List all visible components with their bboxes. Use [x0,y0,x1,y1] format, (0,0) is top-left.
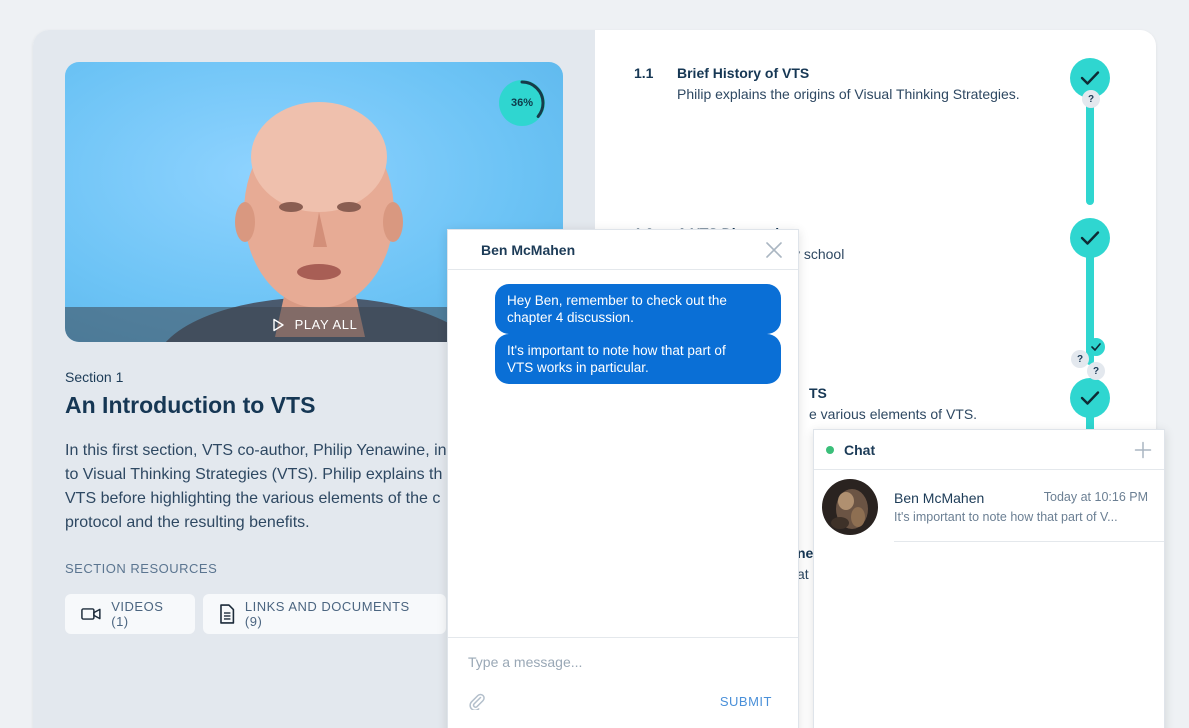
lesson-title: TS [809,385,827,401]
checkpoint-check-icon [1087,338,1105,356]
close-icon[interactable] [765,241,783,259]
chat-title: Chat [844,441,876,458]
lesson-complete-check-icon [1070,218,1110,258]
links-documents-button[interactable]: LINKS AND DOCUMENTS (9) [203,594,446,634]
chat-message-preview: It's important to note how that part of … [894,510,1118,524]
section-label: Section 1 [65,369,124,385]
message-composer: SUBMIT [448,637,798,728]
divider [894,541,1164,542]
lesson-complete-check-icon [1070,378,1110,418]
paperclip-icon[interactable] [468,692,486,710]
play-icon [272,318,284,331]
videos-button[interactable]: VIDEOS (1) [65,594,195,634]
lesson-number: 1.1 [634,65,654,81]
submit-button[interactable]: SUBMIT [720,694,772,709]
play-all-label: PLAY ALL [294,317,358,332]
lesson-title: Brief History of VTS [677,65,810,81]
message-bubble: Hey Ben, remember to check out the chapt… [495,284,781,334]
plus-icon[interactable] [1134,441,1152,459]
lesson-description: e various elements of VTS. [809,406,978,422]
message-line: Hey Ben, remember to check out the [507,293,727,308]
message-line: It's important to note how that part of [507,343,726,358]
progress-percent: 36% [510,97,534,109]
links-documents-label: LINKS AND DOCUMENTS (9) [244,599,410,629]
progress-ring: 36% [497,78,547,128]
conversation-contact-name: Ben McMahen [481,241,576,258]
message-bubble: It's important to note how that part of … [495,334,781,384]
chat-header: Chat [814,430,1164,470]
chat-list-item[interactable]: Ben McMahen Today at 10:16 PM It's impor… [814,470,1164,542]
question-marker-icon[interactable]: ? [1087,362,1105,380]
question-marker-icon[interactable]: ? [1071,350,1089,368]
conversation-header: Ben McMahen [448,230,798,270]
document-icon [220,604,235,624]
conversation-window: Ben McMahen Hey Ben, remember to check o… [447,229,799,728]
chat-timestamp: Today at 10:16 PM [1043,490,1148,504]
videos-button-label: VIDEOS (1) [111,599,164,629]
lesson-description: Philip explains the origins of Visual Th… [677,86,1020,102]
section-resources-label: SECTION RESOURCES [65,561,218,576]
message-line: VTS works in particular. [507,360,649,375]
section-title: An Introduction to VTS [65,392,316,418]
chat-panel: Chat Ben McMahen Today at 10:16 PM It's … [813,429,1165,728]
question-marker-icon[interactable]: ? [1082,90,1100,108]
chat-contact-name: Ben McMahen [894,490,985,506]
lesson-title: ne [797,545,814,561]
online-status-dot [826,445,834,454]
message-input[interactable] [468,654,768,670]
message-line: chapter 4 discussion. [507,310,634,325]
avatar [822,479,878,535]
video-camera-icon [81,608,101,620]
